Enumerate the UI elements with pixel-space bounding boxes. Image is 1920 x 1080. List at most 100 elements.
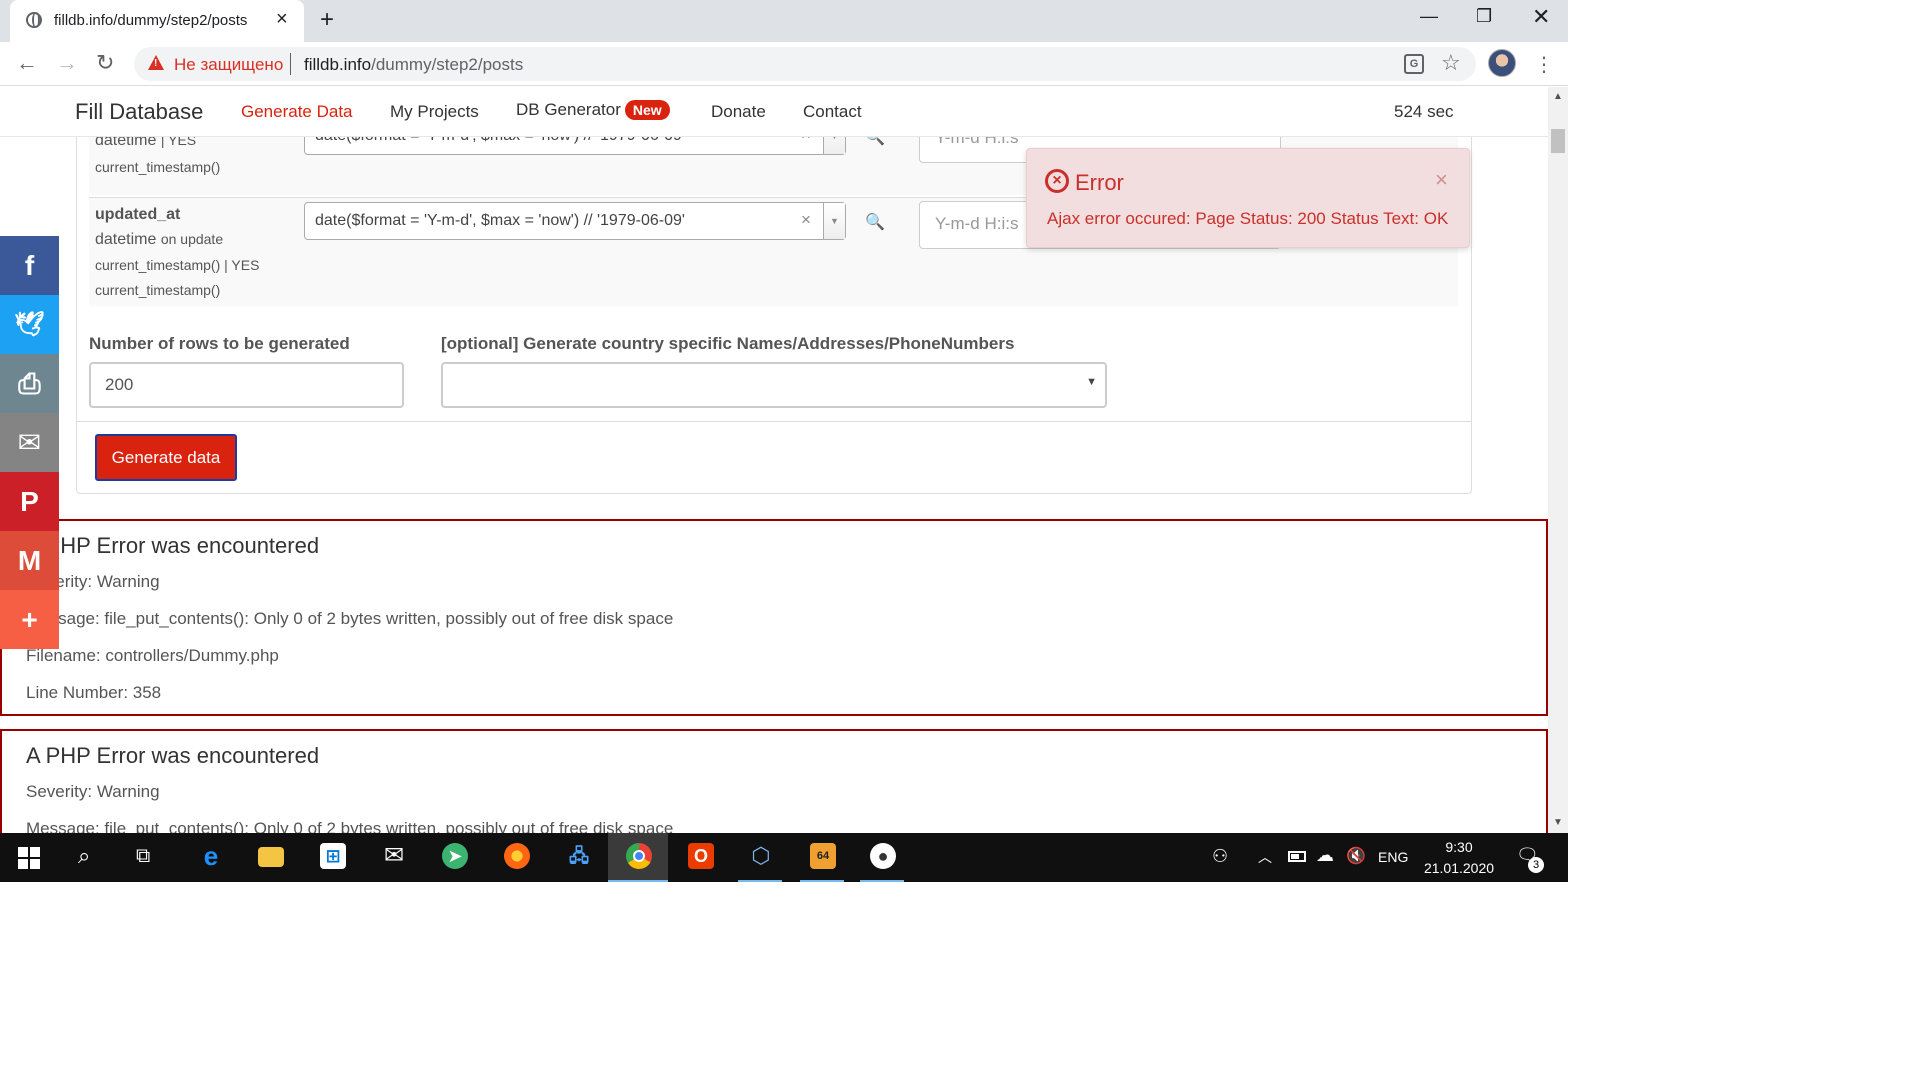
taskbar-firefox[interactable] <box>486 833 546 882</box>
php-error-severity: Severity: Warning <box>26 782 160 801</box>
url-text[interactable]: filldb.info/dummy/step2/posts <box>304 55 523 75</box>
restore-button[interactable]: ❐ <box>1476 6 1492 27</box>
field-type-line: datetime on update <box>95 231 223 249</box>
clear-icon[interactable]: × <box>801 210 811 230</box>
translate-icon[interactable]: G <box>1404 54 1424 74</box>
mail-icon: ✉ <box>383 842 405 869</box>
nav-my-projects[interactable]: My Projects <box>390 102 479 122</box>
page-viewport: created_at datetime | YES current_timest… <box>0 87 1548 833</box>
profile-avatar[interactable] <box>1488 49 1516 77</box>
php-error-heading: A PHP Error was encountered <box>26 743 320 768</box>
error-toast: × Error × Ajax error occured: Page Statu… <box>1026 148 1470 248</box>
field-name: updated_at <box>95 206 181 223</box>
scroll-down-arrow-icon[interactable]: ▼ <box>1553 817 1563 828</box>
task-view-icon[interactable]: ⧉ <box>136 845 150 868</box>
search-icon[interactable]: 🔍 <box>865 212 885 232</box>
input-language[interactable]: ENG <box>1378 849 1408 865</box>
new-tab-button[interactable]: + <box>320 6 334 34</box>
social-share-bar: f 🕊 ⎙ ✉ P M + <box>0 236 59 649</box>
bookmark-star-icon[interactable]: ☆ <box>1441 50 1461 76</box>
error-circle-icon: × <box>1045 169 1069 193</box>
minimize-button[interactable]: — <box>1420 6 1438 27</box>
twitter-icon: 🕊 <box>14 311 45 338</box>
print-share-button[interactable]: ⎙ <box>0 354 59 413</box>
volume-muted-icon[interactable]: 🔇 <box>1346 846 1366 866</box>
taskbar-gimp[interactable]: ● <box>852 833 912 882</box>
address-bar[interactable]: ! Не защищено filldb.info/dummy/step2/po… <box>134 47 1476 81</box>
people-icon[interactable]: ⚇ <box>1212 846 1228 867</box>
taskbar-messenger[interactable]: ➤ <box>424 833 484 882</box>
network-icon: 🖧 <box>568 846 590 866</box>
gmail-icon: M <box>17 545 42 576</box>
twitter-share-button[interactable]: 🕊 <box>0 295 59 354</box>
nav-donate[interactable]: Donate <box>711 102 766 122</box>
dropdown-arrow-icon[interactable]: ▼ <box>823 203 845 239</box>
page-scrollbar[interactable]: ▲ ▼ <box>1548 87 1568 833</box>
globe-icon <box>26 12 42 28</box>
email-share-button[interactable]: ✉ <box>0 413 59 472</box>
gmail-share-button[interactable]: M <box>0 531 59 590</box>
windows-start-icon[interactable] <box>18 847 40 869</box>
system-clock[interactable]: 9:30 21.01.2020 <box>1420 837 1498 879</box>
store-icon: ⊞ <box>320 843 346 869</box>
pinterest-share-button[interactable]: P <box>0 472 59 531</box>
url-path: /dummy/step2/posts <box>371 55 524 74</box>
taskbar-explorer[interactable] <box>240 833 300 882</box>
field-default: current_timestamp() <box>95 159 221 175</box>
facebook-share-button[interactable]: f <box>0 236 59 295</box>
site-navbar: Fill Database Generate Data My Projects … <box>0 87 1548 137</box>
scroll-thumb[interactable] <box>1551 129 1565 153</box>
reload-button[interactable]: ↻ <box>96 50 114 76</box>
taskbar-virtualbox[interactable]: ⬡ <box>730 833 790 882</box>
more-share-button[interactable]: + <box>0 590 59 649</box>
browser-menu-icon[interactable]: ⋮ <box>1534 52 1554 77</box>
pinterest-icon: P <box>20 486 39 517</box>
nav-db-generator-label: DB Generator <box>516 100 621 119</box>
taskbar-store[interactable]: ⊞ <box>302 833 362 882</box>
nav-generate-data[interactable]: Generate Data <box>241 102 353 122</box>
office-icon: O <box>688 843 714 869</box>
taskbar-edge[interactable]: e <box>180 833 240 882</box>
country-select[interactable]: ▼ <box>441 362 1107 408</box>
nav-contact[interactable]: Contact <box>803 102 862 122</box>
rows-count-input[interactable]: 200 <box>89 362 404 408</box>
php-error-box: A PHP Error was encountered Severity: Wa… <box>0 519 1548 716</box>
taskbar-mail[interactable]: ✉ <box>363 833 423 882</box>
php-error-message: Message: file_put_contents(): Only 0 of … <box>26 819 674 833</box>
taskbar-network[interactable]: 🖧 <box>548 833 608 882</box>
site-brand[interactable]: Fill Database <box>75 99 203 125</box>
back-button[interactable]: ← <box>16 50 38 76</box>
chrome-icon <box>626 843 652 869</box>
scroll-up-arrow-icon[interactable]: ▲ <box>1553 91 1563 102</box>
chevron-up-icon[interactable]: ︿ <box>1258 847 1272 867</box>
php-error-box: A PHP Error was encountered Severity: Wa… <box>0 729 1548 833</box>
generator-select[interactable]: date($format = 'Y-m-d', $max = 'now') //… <box>304 202 846 240</box>
app-64-icon: 64 <box>810 843 836 869</box>
dropdown-arrow-icon: ▼ <box>1086 376 1097 388</box>
generate-data-button[interactable]: Generate data <box>95 434 237 481</box>
taskbar-office[interactable]: O <box>670 833 730 882</box>
forward-button[interactable]: → <box>56 50 78 76</box>
field-extra: on update <box>160 231 224 247</box>
search-icon[interactable]: ⌕ <box>78 843 90 869</box>
taskbar-app-64[interactable]: 64 <box>792 833 852 882</box>
toast-title: Error <box>1075 170 1124 195</box>
close-window-button[interactable]: ✕ <box>1532 4 1550 30</box>
generator-value: date($format = 'Y-m-d', $max = 'now') //… <box>315 212 685 229</box>
onedrive-cloud-icon[interactable]: ☁ <box>1316 845 1334 866</box>
nav-db-generator[interactable]: DB Generator New <box>516 100 670 120</box>
toast-close-icon[interactable]: × <box>1435 167 1448 193</box>
taskbar-chrome[interactable] <box>608 833 668 882</box>
battery-icon[interactable] <box>1288 851 1306 862</box>
rows-label: Number of rows to be generated <box>89 334 350 353</box>
php-error-filename: Filename: controllers/Dummy.php <box>26 646 279 665</box>
tab-close-icon[interactable]: × <box>276 8 288 31</box>
field-default: current_timestamp() <box>95 282 221 298</box>
firefox-icon <box>504 843 530 869</box>
country-label: [optional] Generate country specific Nam… <box>441 334 1015 353</box>
windows-taskbar: ⌕ ⧉ e ⊞ ✉ ➤ 🖧 O ⬡ 64 ● ⚇ ︿ ☁ 🔇 ENG 9:30 … <box>0 833 1568 882</box>
security-label[interactable]: Не защищено <box>174 55 283 75</box>
browser-tab[interactable]: filldb.info/dummy/step2/posts × <box>10 0 304 42</box>
field-extra-2: current_timestamp() | YES <box>95 257 260 273</box>
browser-tab-strip: filldb.info/dummy/step2/posts × + — ❐ ✕ <box>0 0 1568 42</box>
